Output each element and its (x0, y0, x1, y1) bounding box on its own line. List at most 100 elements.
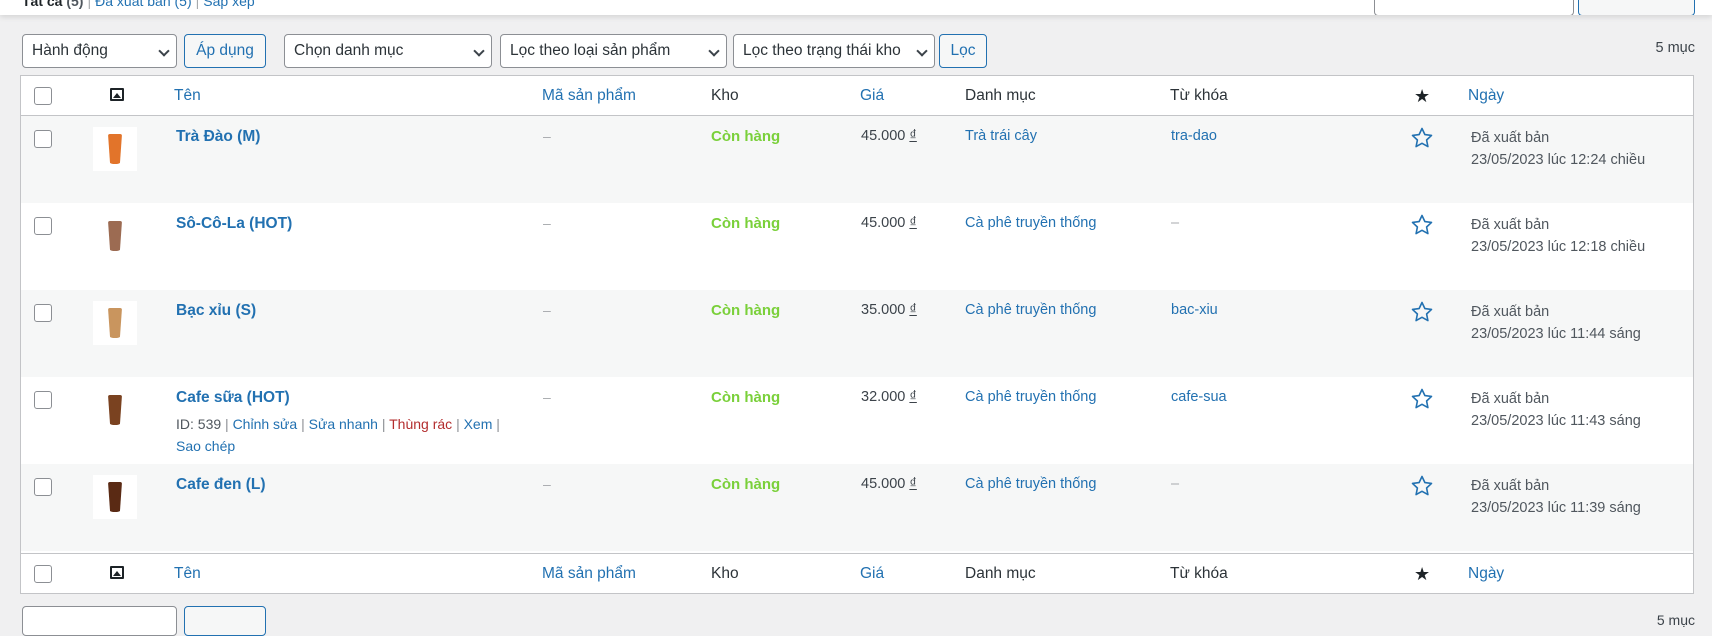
category-link[interactable]: Cà phê truyền thống (965, 215, 1096, 231)
product-name-link[interactable]: Cafe đen (L) (176, 476, 266, 494)
column-date[interactable]: Ngày (1468, 87, 1504, 105)
tag-link[interactable]: bac-xiu (1171, 302, 1218, 318)
column-stock: Kho (711, 565, 739, 582)
tag-link: – (1171, 476, 1180, 492)
publish-date: Đã xuất bản 23/05/2023 lúc 11:43 sáng (1471, 391, 1641, 429)
chevron-down-icon (473, 45, 485, 57)
featured-toggle-star-icon[interactable] (1410, 387, 1434, 411)
filter-all-link[interactable]: Tất cả (5) (22, 0, 83, 9)
category-link[interactable]: Cà phê truyền thống (965, 476, 1096, 492)
quick-edit-link[interactable]: Sửa nhanh (309, 416, 378, 432)
edit-link[interactable]: Chỉnh sửa (233, 416, 298, 432)
column-categories: Danh mục (965, 565, 1036, 582)
drink-cup-image (108, 308, 122, 338)
product-type-select[interactable]: Lọc theo loại sản phẩm (500, 34, 727, 68)
status-filter-links: Tất cả (5) | Đã xuất bản (5) | Sắp xếp (22, 0, 255, 9)
column-tags: Từ khóa (1170, 87, 1228, 104)
publish-date: Đã xuất bản 23/05/2023 lúc 12:24 chiều (1471, 130, 1646, 168)
row-checkbox[interactable] (34, 130, 52, 148)
bulk-action-select-bottom[interactable] (22, 606, 177, 636)
top-bar: Tất cả (5) | Đã xuất bản (5) | Sắp xếp (0, 0, 1712, 15)
featured-toggle-star-icon[interactable] (1410, 126, 1434, 150)
product-name-link[interactable]: Cafe sữa (HOT) (176, 389, 290, 407)
column-categories: Danh mục (965, 87, 1036, 104)
chevron-down-icon (916, 45, 928, 57)
search-button[interactable] (1578, 0, 1695, 15)
column-stock: Kho (711, 87, 739, 104)
filter-button[interactable]: Lọc (939, 34, 987, 68)
featured-star-icon[interactable]: ★ (1414, 87, 1430, 105)
price-value: 45.000 ₫ (861, 476, 917, 492)
featured-toggle-star-icon[interactable] (1410, 300, 1434, 324)
table-row: Sô-Cô-La (HOT) – Còn hàng 45.000 ₫ Cà phê tr… (21, 203, 1693, 290)
category-link[interactable]: Cà phê truyền thống (965, 389, 1096, 405)
stock-status: Còn hàng (711, 128, 781, 145)
sort-link[interactable]: Sắp xếp (203, 0, 254, 9)
items-count-bottom: 5 mục (1656, 612, 1695, 628)
featured-toggle-star-icon[interactable] (1410, 474, 1434, 498)
apply-button[interactable]: Áp dụng (184, 34, 266, 68)
tag-link[interactable]: tra-dao (1171, 128, 1217, 144)
product-name-link[interactable]: Bạc xỉu (S) (176, 302, 256, 320)
image-icon (110, 88, 124, 101)
select-all-checkbox-bottom[interactable] (34, 565, 52, 583)
product-thumbnail[interactable] (93, 301, 137, 345)
drink-cup-image (108, 482, 122, 512)
view-link[interactable]: Xem (464, 416, 493, 432)
column-name[interactable]: Tên (174, 565, 201, 583)
stock-status: Còn hàng (711, 389, 781, 406)
trash-link[interactable]: Thùng rác (389, 416, 452, 432)
featured-toggle-star-icon[interactable] (1410, 213, 1434, 237)
column-sku[interactable]: Mã sản phẩm (542, 565, 636, 583)
tag-link[interactable]: cafe-sua (1171, 389, 1227, 405)
publish-date: Đã xuất bản 23/05/2023 lúc 11:44 sáng (1471, 304, 1641, 342)
product-thumbnail[interactable] (93, 475, 137, 519)
table-row: Cafe sữa (HOT) ID: 539 | Chỉnh sửa | Sửa … (21, 377, 1693, 464)
product-thumbnail[interactable] (93, 214, 137, 258)
apply-button-bottom[interactable] (184, 606, 266, 636)
column-name[interactable]: Tên (174, 87, 201, 105)
price-value: 45.000 ₫ (861, 128, 917, 144)
row-checkbox[interactable] (34, 478, 52, 496)
tag-link: – (1171, 215, 1180, 231)
category-select[interactable]: Chọn danh mục (284, 34, 492, 68)
product-name-link[interactable]: Sô-Cô-La (HOT) (176, 215, 292, 233)
drink-cup-image (108, 221, 122, 251)
category-link[interactable]: Cà phê truyền thống (965, 302, 1096, 318)
stock-status-select[interactable]: Lọc theo trạng thái kho (733, 34, 935, 68)
products-table: Tên Mã sản phẩm Kho Giá Danh mục Từ khóa… (20, 75, 1694, 594)
column-price[interactable]: Giá (860, 87, 884, 105)
product-thumbnail[interactable] (93, 127, 137, 171)
column-date[interactable]: Ngày (1468, 565, 1504, 583)
table-row: Cafe đen (L) – Còn hàng 45.000 ₫ Cà phê truy… (21, 464, 1693, 551)
table-row: Trà Đào (M) – Còn hàng 45.000 ₫ Trà trái cây… (21, 116, 1693, 203)
product-thumbnail[interactable] (93, 388, 137, 432)
sku-value: – (543, 389, 551, 405)
filter-published-link[interactable]: Đã xuất bản (5) (95, 0, 192, 9)
stock-status: Còn hàng (711, 476, 781, 493)
publish-date: Đã xuất bản 23/05/2023 lúc 12:18 chiều (1471, 217, 1646, 255)
row-checkbox[interactable] (34, 391, 52, 409)
sku-value: – (543, 302, 551, 318)
row-checkbox[interactable] (34, 217, 52, 235)
category-link[interactable]: Trà trái cây (965, 128, 1037, 144)
chevron-down-icon (708, 45, 720, 57)
column-sku[interactable]: Mã sản phẩm (542, 87, 636, 105)
price-value: 45.000 ₫ (861, 215, 917, 231)
stock-status: Còn hàng (711, 215, 781, 232)
price-value: 35.000 ₫ (861, 302, 917, 318)
row-checkbox[interactable] (34, 304, 52, 322)
column-tags: Từ khóa (1170, 565, 1228, 582)
bulk-action-select[interactable]: Hành động (22, 34, 177, 68)
price-value: 32.000 ₫ (861, 389, 917, 405)
product-name-link[interactable]: Trà Đào (M) (176, 128, 260, 146)
duplicate-link[interactable]: Sao chép (176, 438, 235, 454)
select-all-checkbox[interactable] (34, 87, 52, 105)
chevron-down-icon (158, 45, 170, 57)
column-price[interactable]: Giá (860, 565, 884, 583)
search-input[interactable] (1374, 0, 1574, 15)
featured-star-icon[interactable]: ★ (1414, 565, 1430, 583)
image-icon (110, 566, 124, 579)
publish-date: Đã xuất bản 23/05/2023 lúc 11:39 sáng (1471, 478, 1641, 516)
sku-value: – (543, 215, 551, 231)
